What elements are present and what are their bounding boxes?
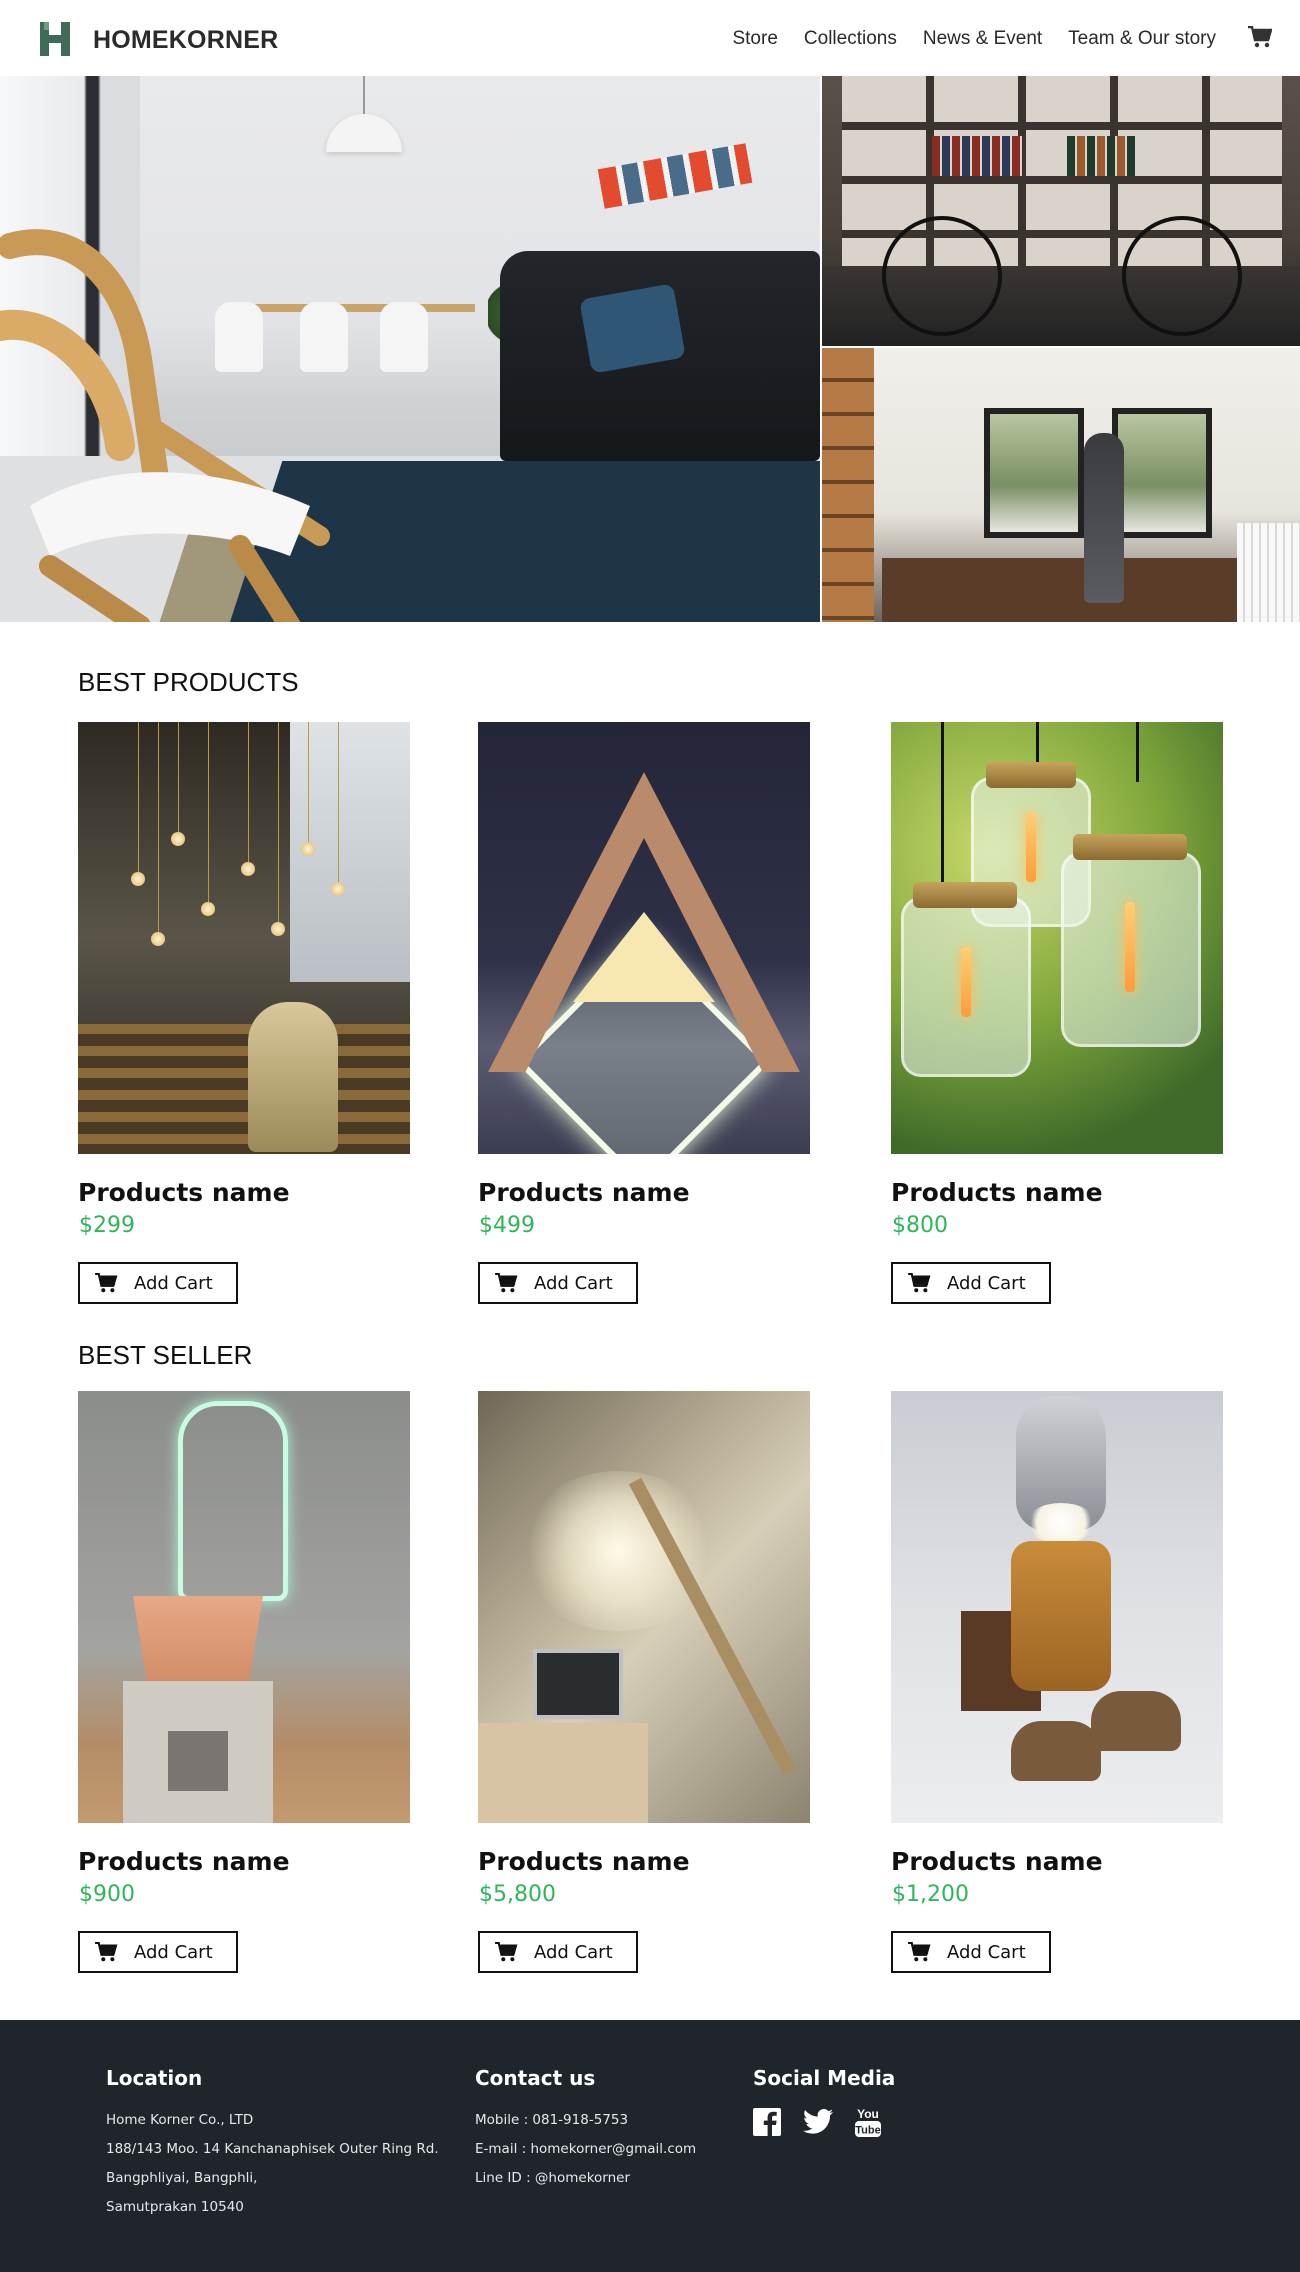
footer-location: Location Home Korner Co., LTD 188/143 Mo… [106, 2066, 439, 2222]
product-card: Products name $299 Add Cart [78, 722, 410, 1304]
product-image-wall-lamp[interactable] [478, 1391, 810, 1823]
cart-icon [495, 1942, 518, 1962]
section-title-best-seller: BEST SELLER [78, 1340, 253, 1370]
footer-line-id: Line ID : @homekorner [475, 2170, 631, 2186]
add-cart-button[interactable]: Add Cart [478, 1931, 638, 1973]
add-cart-button[interactable]: Add Cart [891, 1931, 1051, 1973]
footer-location-line: 188/143 Moo. 14 Kanchanaphisek Outer Rin… [106, 2141, 439, 2157]
product-image-triangle-lamp[interactable] [478, 722, 810, 1154]
youtube-icon[interactable]: You Tube [855, 2106, 881, 2143]
product-price: $299 [79, 1213, 135, 1238]
product-card: Products name $800 Add Cart [891, 722, 1223, 1304]
product-card: Products name $900 Add Cart [78, 1391, 410, 1973]
footer-location-line: Home Korner Co., LTD [106, 2112, 254, 2128]
cart-icon [908, 1273, 931, 1293]
homekorner-logo-icon[interactable] [40, 22, 70, 56]
product-image-neon-cactus[interactable] [78, 1391, 410, 1823]
nav-item-team-story[interactable]: Team & Our story [1068, 28, 1216, 50]
hero-banner [0, 76, 1300, 622]
nav-item-store[interactable]: Store [732, 28, 777, 50]
footer-location-line: Bangphliyai, Bangphli, [106, 2170, 258, 2186]
brand-name[interactable]: HOMEKORNER [93, 26, 278, 55]
add-cart-button[interactable]: Add Cart [78, 1262, 238, 1304]
svg-text:Tube: Tube [855, 2125, 880, 2137]
nav-item-news-event[interactable]: News & Event [923, 28, 1042, 50]
footer-contact-title: Contact us [475, 2066, 596, 2090]
product-name[interactable]: Products name [78, 1847, 290, 1876]
cart-icon [495, 1273, 518, 1293]
add-cart-label: Add Cart [947, 1941, 1026, 1963]
cart-icon [95, 1942, 118, 1962]
hero-shelf-bicycle-image [822, 76, 1300, 346]
add-cart-button[interactable]: Add Cart [891, 1262, 1051, 1304]
footer-mobile: Mobile : 081-918-5753 [475, 2112, 629, 2128]
top-navbar: HOMEKORNER Store Collections News & Even… [0, 0, 1300, 76]
add-cart-label: Add Cart [947, 1272, 1026, 1294]
product-price: $499 [479, 1213, 535, 1238]
footer-location-title: Location [106, 2066, 203, 2090]
add-cart-label: Add Cart [134, 1941, 213, 1963]
footer-social-title: Social Media [753, 2066, 896, 2090]
add-cart-label: Add Cart [534, 1272, 613, 1294]
footer-email[interactable]: E-mail : homekorner@gmail.com [475, 2135, 696, 2164]
nav-item-collections[interactable]: Collections [804, 28, 897, 50]
footer-contact: Contact us Mobile : 081-918-5753 E-mail … [475, 2066, 696, 2193]
product-image-mason-jar-lights[interactable] [891, 722, 1223, 1154]
footer-location-line: Samutprakan 10540 [106, 2199, 244, 2215]
product-name[interactable]: Products name [478, 1178, 690, 1207]
cart-icon [908, 1942, 931, 1962]
product-name[interactable]: Products name [891, 1847, 1103, 1876]
main-nav: Store Collections News & Event Team & Ou… [732, 28, 1216, 50]
hero-workspace-image [822, 348, 1300, 622]
product-price: $5,800 [479, 1882, 556, 1907]
product-price: $800 [892, 1213, 948, 1238]
section-title-best-products: BEST PRODUCTS [78, 667, 299, 697]
cart-icon[interactable] [1248, 26, 1272, 48]
svg-text:You: You [857, 2107, 879, 2121]
product-image-robot-lamp[interactable] [891, 1391, 1223, 1823]
product-card: Products name $1,200 Add Cart [891, 1391, 1223, 1973]
product-image-pendant-bulbs[interactable] [78, 722, 410, 1154]
product-card: Products name $5,800 Add Cart [478, 1391, 810, 1973]
cart-icon [95, 1273, 118, 1293]
product-name[interactable]: Products name [478, 1847, 690, 1876]
add-cart-button[interactable]: Add Cart [478, 1262, 638, 1304]
add-cart-label: Add Cart [534, 1941, 613, 1963]
hero-living-room-image [0, 76, 820, 622]
site-footer: Location Home Korner Co., LTD 188/143 Mo… [0, 2020, 1300, 2272]
facebook-icon[interactable] [753, 2108, 781, 2141]
product-price: $1,200 [892, 1882, 969, 1907]
product-name[interactable]: Products name [78, 1178, 290, 1207]
product-card: Products name $499 Add Cart [478, 722, 810, 1304]
product-price: $900 [79, 1882, 135, 1907]
add-cart-label: Add Cart [134, 1272, 213, 1294]
social-icons: You Tube [753, 2106, 895, 2143]
add-cart-button[interactable]: Add Cart [78, 1931, 238, 1973]
footer-social: Social Media You Tube [753, 2066, 895, 2143]
twitter-icon[interactable] [803, 2109, 833, 2140]
product-name[interactable]: Products name [891, 1178, 1103, 1207]
